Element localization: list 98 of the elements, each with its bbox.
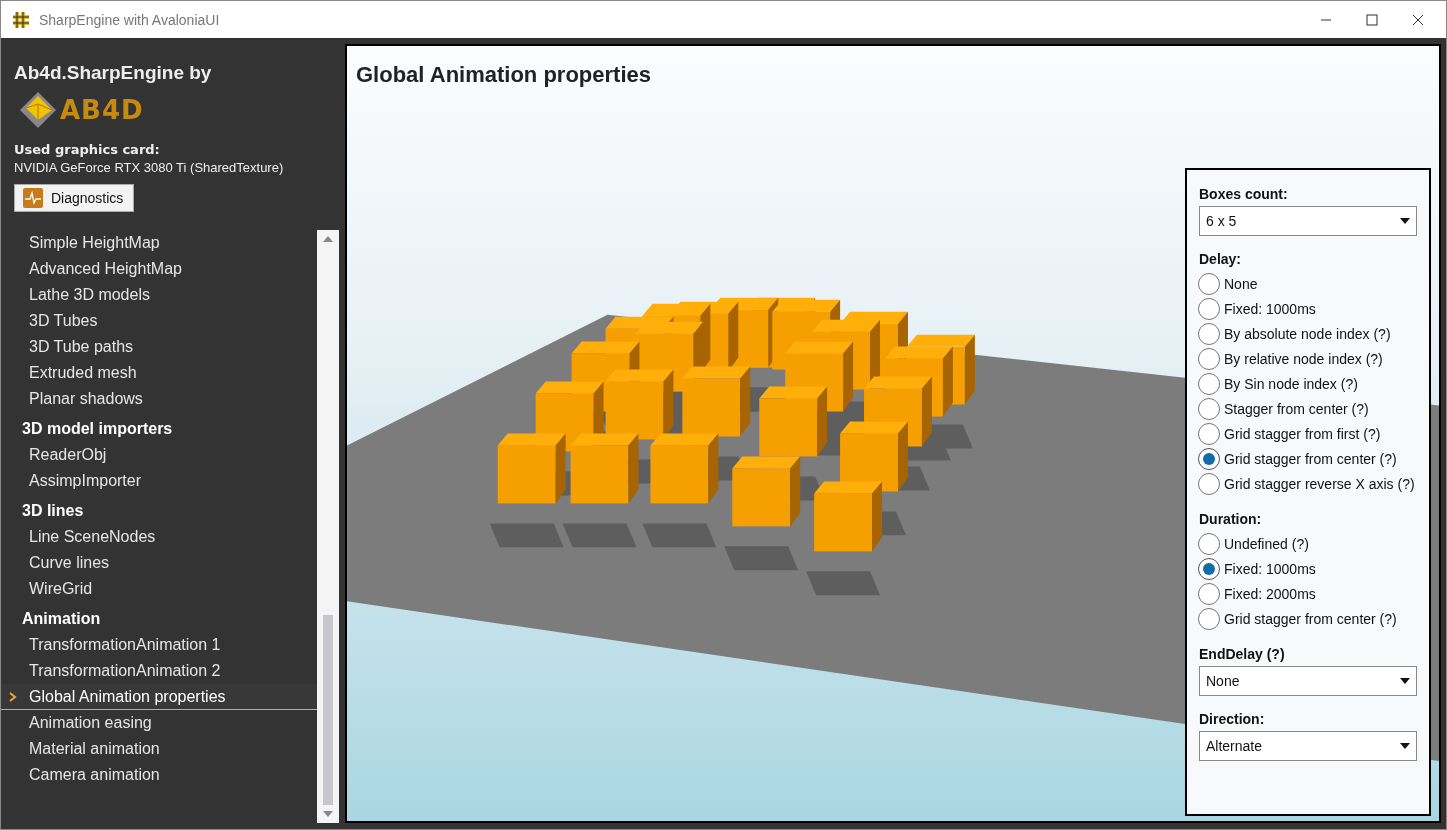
cube: [650, 433, 719, 504]
sample-list-item[interactable]: 3D Tubes: [1, 308, 317, 334]
radio-option[interactable]: By Sin node index (?): [1198, 371, 1417, 396]
dropdown-caret-icon: [1400, 218, 1410, 224]
category-header: 3D lines: [21, 501, 85, 521]
scroll-up-icon[interactable]: [323, 236, 333, 242]
radio-option[interactable]: By relative node index (?): [1198, 346, 1417, 371]
radio-option[interactable]: Fixed: 1000ms: [1198, 556, 1417, 581]
radio-button[interactable]: [1198, 347, 1220, 370]
dropdown[interactable]: Alternate: [1199, 731, 1417, 761]
radio-option[interactable]: Grid stagger from first (?): [1198, 421, 1417, 446]
close-icon[interactable]: [1412, 13, 1424, 26]
radio-button[interactable]: [1198, 472, 1220, 495]
sample-list-item[interactable]: 3D Tube paths: [1, 334, 317, 360]
radio-label: Grid stagger from center (?): [1224, 450, 1397, 467]
cube: [682, 366, 751, 437]
radio-button[interactable]: [1198, 272, 1220, 295]
sample-list-item[interactable]: Extruded mesh: [1, 360, 317, 386]
radio-option[interactable]: Stagger from center (?): [1198, 396, 1417, 421]
radio-button[interactable]: [1198, 607, 1220, 630]
radio-label: Undefined (?): [1224, 535, 1309, 552]
maximize-icon[interactable]: [1366, 13, 1378, 26]
dropdown[interactable]: 6 x 5: [1199, 206, 1417, 236]
radio-label: Grid stagger from center (?): [1224, 610, 1397, 627]
sample-list-item[interactable]: Curve lines: [1, 550, 317, 576]
section-label: Delay:: [1199, 251, 1243, 267]
category-header: 3D model importers: [21, 419, 174, 439]
radio-option[interactable]: Undefined (?): [1198, 531, 1417, 556]
scroll-thumb[interactable]: [323, 615, 333, 805]
cube: [605, 369, 674, 440]
sample-list-item[interactable]: Animation easing: [1, 710, 317, 736]
scroll-down-icon[interactable]: [323, 811, 333, 817]
diagnostics-button[interactable]: Diagnostics: [14, 184, 135, 212]
radio-button[interactable]: [1198, 557, 1220, 580]
section-label: Duration:: [1199, 511, 1263, 527]
sample-list-item[interactable]: TransformationAnimation 2: [1, 658, 317, 684]
radio-label: Grid stagger from first (?): [1224, 425, 1381, 442]
sample-list-item[interactable]: TransformationAnimation 1: [1, 632, 317, 658]
sample-list-item[interactable]: AssimpImporter: [1, 468, 317, 494]
radio-label: Stagger from center (?): [1224, 400, 1369, 417]
category-header: Animation: [21, 609, 102, 629]
cube: [732, 456, 801, 527]
radio-label: Fixed: 2000ms: [1224, 585, 1316, 602]
sample-list-item[interactable]: Global Animation properties: [1, 684, 317, 710]
radio-button[interactable]: [1198, 297, 1220, 320]
sample-list-item[interactable]: WireGrid: [1, 576, 317, 602]
graphics-card-label: Used graphics card:: [13, 142, 161, 157]
sample-list-item[interactable]: Line SceneNodes: [1, 524, 317, 550]
radio-button[interactable]: [1198, 582, 1220, 605]
radio-option[interactable]: Grid stagger from center (?): [1198, 606, 1417, 631]
radio-button[interactable]: [1198, 372, 1220, 395]
app-icon: [11, 9, 31, 30]
radio-button[interactable]: [1198, 447, 1220, 470]
dropdown-caret-icon: [1400, 678, 1410, 684]
chevron-icon: [9, 692, 17, 702]
sample-list-item[interactable]: Lathe 3D models: [1, 282, 317, 308]
cube: [570, 433, 639, 504]
radio-option[interactable]: Fixed: 2000ms: [1198, 581, 1417, 606]
radio-option[interactable]: By absolute node index (?): [1198, 321, 1417, 346]
radio-option[interactable]: Fixed: 1000ms: [1198, 296, 1417, 321]
sample-list-item[interactable]: Advanced HeightMap: [1, 256, 317, 282]
sample-list-item[interactable]: Simple HeightMap: [1, 230, 317, 256]
radio-label: By Sin node index (?): [1224, 375, 1358, 392]
section-label: Direction:: [1199, 711, 1266, 727]
radio-button[interactable]: [1198, 397, 1220, 420]
sample-list-item[interactable]: Material animation: [1, 736, 317, 762]
pulse-icon: [23, 188, 43, 208]
cube: [497, 433, 566, 504]
sample-list-item[interactable]: Camera animation: [1, 762, 317, 788]
section-label: EndDelay (?): [1199, 646, 1286, 662]
dropdown[interactable]: None: [1199, 666, 1417, 696]
dropdown-caret-icon: [1400, 743, 1410, 749]
cube: [840, 421, 908, 492]
viewport-title: Global Animation properties: [356, 62, 651, 88]
radio-label: Grid stagger reverse X axis (?): [1224, 475, 1415, 492]
3d-viewport[interactable]: [345, 44, 1441, 823]
radio-option[interactable]: Grid stagger reverse X axis (?): [1198, 471, 1417, 496]
radio-label: Fixed: 1000ms: [1224, 300, 1316, 317]
radio-button[interactable]: [1198, 422, 1220, 445]
window-title: SharpEngine with AvaloniaUI: [39, 11, 220, 28]
sidebar-heading: Ab4d.SharpEngine by: [13, 62, 213, 84]
cube: [814, 481, 882, 552]
cube: [759, 386, 828, 457]
radio-label: None: [1224, 275, 1258, 292]
graphics-card-value: NVIDIA GeForce RTX 3080 Ti (SharedTexture): [13, 160, 285, 175]
diamond-logo-icon: [18, 90, 58, 130]
radio-label: Fixed: 1000ms: [1224, 560, 1316, 577]
sample-list-item[interactable]: Planar shadows: [1, 386, 317, 412]
radio-button[interactable]: [1198, 322, 1220, 345]
radio-option[interactable]: Grid stagger from center (?): [1198, 446, 1417, 471]
section-label: Boxes count:: [1199, 186, 1289, 202]
radio-label: By absolute node index (?): [1224, 325, 1391, 342]
radio-button[interactable]: [1198, 532, 1220, 555]
radio-option[interactable]: None: [1198, 271, 1417, 296]
scrollbar[interactable]: [317, 230, 339, 823]
radio-label: By relative node index (?): [1224, 350, 1383, 367]
logo-text: AB4D: [60, 95, 144, 125]
sample-list-item[interactable]: ReaderObj: [1, 442, 317, 468]
